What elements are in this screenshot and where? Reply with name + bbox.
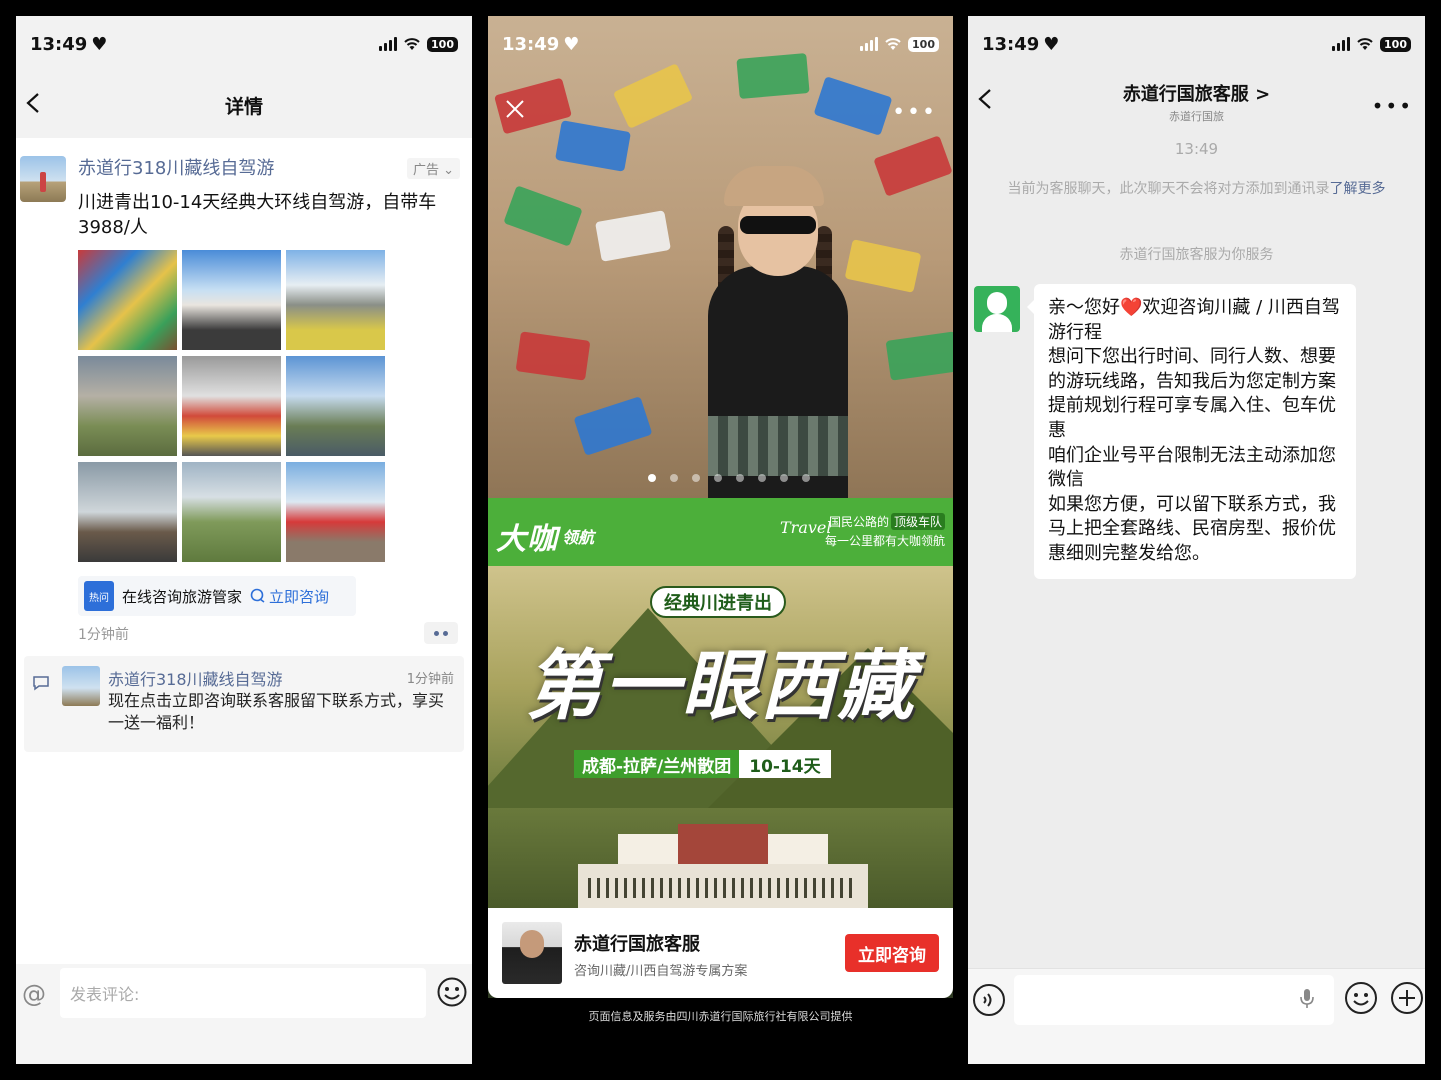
banner-travel-script: Travel: [780, 518, 832, 537]
avatar: [502, 922, 562, 984]
photo[interactable]: [78, 356, 177, 456]
photo[interactable]: [182, 250, 281, 350]
consult-bar[interactable]: 热问 在线咨询旅游管家 立即咨询: [78, 576, 356, 616]
at-icon[interactable]: @: [22, 980, 46, 1008]
heart-icon: ♥: [91, 33, 108, 55]
status-bar: 13:49 ♥ 100: [488, 16, 953, 72]
service-name: 赤道行国旅客服: [574, 934, 700, 955]
back-icon[interactable]: [976, 88, 996, 110]
brand-logo: 大咖: [496, 522, 558, 557]
avatar[interactable]: [20, 156, 66, 202]
potala-palace-image: [578, 812, 868, 908]
route-pill: 成都-拉萨/兰州散团 10-14天: [574, 750, 831, 778]
signal-icon: [1332, 37, 1351, 51]
back-icon[interactable]: [24, 92, 44, 114]
message-input[interactable]: [1014, 975, 1334, 1025]
moments-detail-screen: 13:49 ♥ 100 详情 赤道行318川藏线自驾游 广告 ⌄ 川进青出10-1…: [16, 16, 472, 1064]
status-bar: 13:49 ♥ 100: [16, 16, 472, 72]
poster: 经典川进青出 第一眼西藏 成都-拉萨/兰州散团 10-14天: [488, 566, 953, 908]
more-button[interactable]: [424, 622, 458, 644]
banner-slogan-line2: 每一公里都有大咖领航: [824, 534, 945, 548]
chat-subtitle: 赤道行国旅: [1169, 110, 1224, 123]
learn-more-link[interactable]: 了解更多: [1330, 181, 1386, 197]
ad-text: 川进青出10-14天经典大环线自驾游，自带车3988/人: [78, 192, 437, 238]
status-time: 13:49: [982, 33, 1040, 55]
photo[interactable]: [78, 462, 177, 562]
service-note: 赤道行国旅客服为你服务: [1119, 247, 1274, 263]
signal-icon: [379, 37, 398, 51]
wifi-icon: [1357, 38, 1373, 50]
voice-icon[interactable]: [972, 983, 1006, 1017]
service-card[interactable]: 赤道行国旅客服 咨询川藏/川西自驾游专属方案 立即咨询: [488, 908, 953, 998]
service-desc: 咨询川藏/川西自驾游专属方案: [574, 964, 748, 979]
wifi-icon: [404, 38, 420, 50]
chat-timestamp: 13:49: [1174, 140, 1219, 158]
chat-header: 赤道行国旅客服 > 赤道行国旅 •••: [968, 72, 1425, 132]
brand-logo-sub: 领航: [562, 528, 595, 547]
more-icon[interactable]: •••: [1372, 94, 1413, 118]
comment-icon: [33, 676, 49, 691]
emoji-icon[interactable]: [1344, 981, 1378, 1015]
heart-icon: ♥: [563, 33, 580, 55]
chat-title[interactable]: 赤道行国旅客服 >: [1123, 80, 1270, 106]
more-icon[interactable]: •••: [892, 100, 937, 125]
consult-link[interactable]: 立即咨询: [250, 586, 329, 607]
banner-slogan-line1: 国民公路的 顶级车队: [829, 513, 945, 530]
comment-input[interactable]: 发表评论:: [60, 968, 426, 1018]
photo[interactable]: [286, 250, 385, 350]
route-text: 成都-拉萨/兰州散团: [574, 750, 740, 778]
photo[interactable]: [182, 462, 281, 562]
battery-icon: 100: [1380, 36, 1411, 52]
message-text: 亲～您好❤️欢迎咨询川藏 / 川西自驾游行程 想问下您出行时间、同行人数、想要的…: [1048, 297, 1340, 564]
status-time: 13:49: [30, 33, 88, 55]
wifi-icon: [885, 38, 901, 50]
days-text: 10-14天: [739, 750, 831, 778]
avatar[interactable]: [974, 286, 1020, 332]
poster-headline: 第一眼西藏: [525, 641, 916, 730]
signal-icon: [860, 37, 879, 51]
emoji-icon[interactable]: [436, 976, 468, 1008]
photo-grid: [78, 250, 386, 562]
brand-banner: 大咖 领航 Travel 国民公路的 顶级车队 每一公里都有大咖领航: [488, 498, 953, 566]
poster-tag: 经典川进青出: [650, 586, 786, 618]
plus-icon[interactable]: [1390, 981, 1424, 1015]
photo[interactable]: [286, 462, 385, 562]
ad-account-name[interactable]: 赤道行318川藏线自驾游: [78, 154, 274, 180]
consult-text: 在线咨询旅游管家: [122, 587, 243, 606]
system-note: 当前为客服聊天，此次聊天不会将对方添加到通讯录了解更多: [1007, 181, 1386, 197]
chat-input-bar: [968, 968, 1425, 1064]
hot-badge: 热问: [84, 581, 114, 611]
consult-button[interactable]: 立即咨询: [845, 934, 939, 972]
battery-icon: 100: [427, 36, 458, 52]
chat-screen: 13:49 ♥ 100 赤道行国旅客服 > 赤道行国旅 ••• 13:49 当前为…: [968, 16, 1425, 1064]
comment-input-bar: @ 发表评论:: [16, 964, 472, 1064]
landing-page-screen: 13:49 ♥ 100 ••• 大咖 领航 Travel 国民公路的 顶级车队 每一…: [488, 16, 953, 1064]
ad-tag[interactable]: 广告 ⌄: [406, 158, 460, 179]
battery-icon: 100: [908, 36, 939, 52]
comment-time: 1分钟前: [406, 672, 454, 687]
comment-item: 赤道行318川藏线自驾游 1分钟前 现在点击立即咨询联系客服留下联系方式，享买一…: [24, 656, 464, 752]
nav-bar: 详情: [16, 72, 472, 138]
photo[interactable]: [182, 356, 281, 456]
avatar[interactable]: [62, 666, 100, 706]
chat-bubble-icon: [250, 588, 265, 603]
post-time: 1分钟前: [78, 627, 129, 643]
message-bubble: 亲～您好❤️欢迎咨询川藏 / 川西自驾游行程 想问下您出行时间、同行人数、想要的…: [1027, 284, 1356, 579]
comment-text: 现在点击立即咨询联系客服留下联系方式，享买一送一福利！: [108, 691, 445, 732]
photo[interactable]: [286, 356, 385, 456]
heart-icon: ♥: [1043, 33, 1060, 55]
status-time: 13:49: [502, 33, 560, 55]
hero-image: [488, 16, 953, 498]
carousel-indicator: [648, 474, 810, 482]
person-photo: [688, 166, 868, 498]
page-title: 详情: [224, 95, 263, 118]
comment-author[interactable]: 赤道行318川藏线自驾游: [108, 666, 283, 690]
page-footer: 页面信息及服务由四川赤道行国际旅行社有限公司提供: [488, 1004, 953, 1064]
close-icon[interactable]: [504, 98, 526, 120]
mic-icon[interactable]: [1298, 987, 1316, 1011]
status-bar: 13:49 ♥ 100: [968, 16, 1425, 72]
photo[interactable]: [78, 250, 177, 350]
